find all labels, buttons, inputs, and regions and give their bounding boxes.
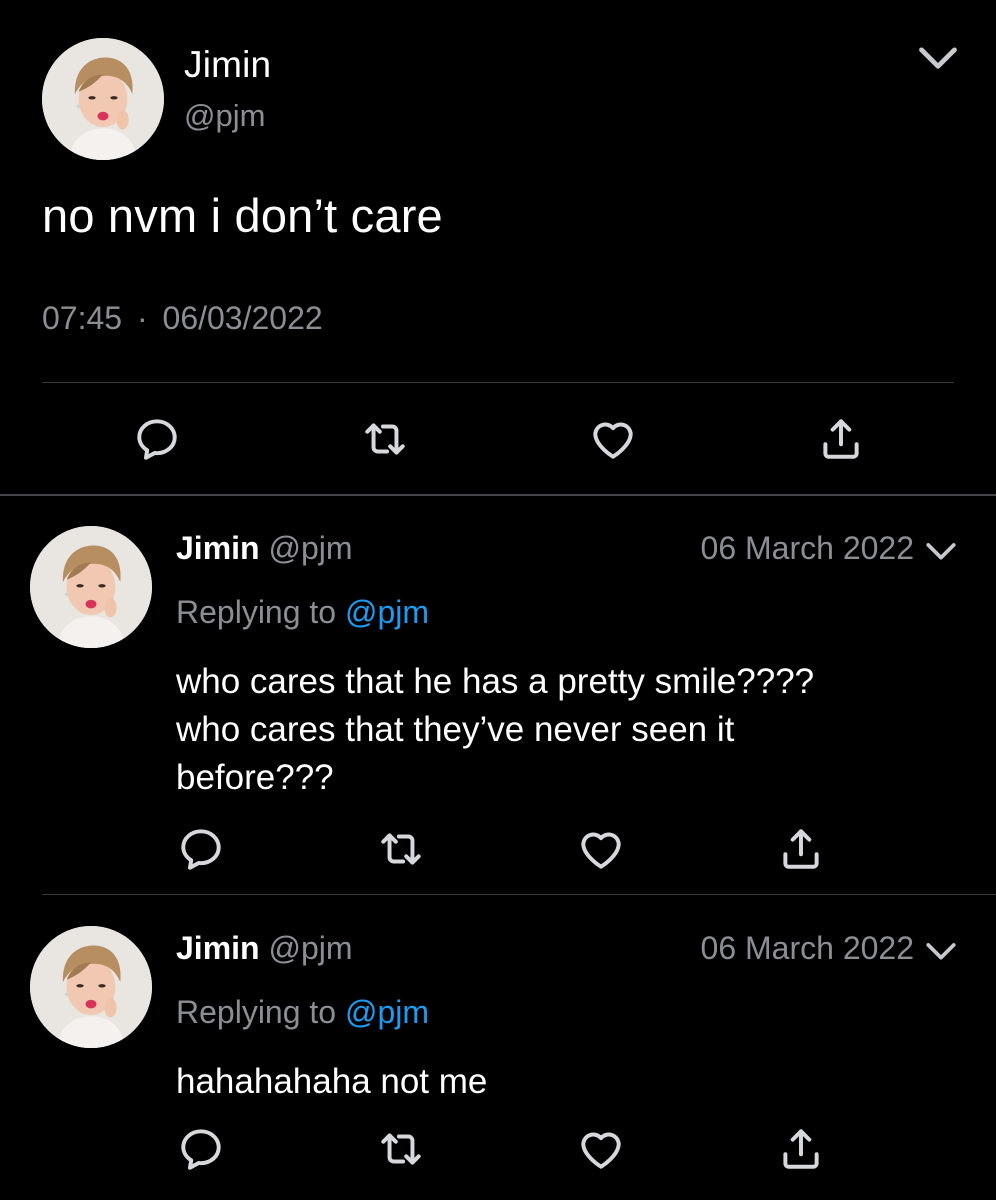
meta-separator: · — [136, 300, 148, 336]
reply-icon[interactable] — [176, 1124, 226, 1174]
tweet-text: no nvm i don’t care — [42, 189, 443, 242]
section-divider — [0, 494, 996, 496]
tweet-timestamp: 07:45 · 06/03/2022 — [42, 300, 323, 337]
author-name-text: Jimin — [176, 530, 260, 566]
replying-to: Replying to @pjm — [176, 594, 429, 631]
tweet-text-line: who cares that they’ve never seen it — [176, 710, 735, 749]
tweet-text-line: before??? — [176, 758, 334, 797]
reply-icon[interactable] — [132, 414, 182, 464]
tweet-text: who cares that he has a pretty smile????… — [176, 658, 956, 802]
author-handle: @pjm — [268, 930, 353, 966]
author-name[interactable]: Jimin — [184, 44, 271, 86]
reply-date: 06 March 2022 — [700, 530, 914, 566]
retweet-icon[interactable] — [360, 414, 410, 464]
divider — [42, 894, 996, 895]
like-icon[interactable] — [576, 1124, 626, 1174]
author-name[interactable]: Jimin @pjm — [176, 530, 353, 567]
share-icon[interactable] — [816, 414, 866, 464]
author-name[interactable]: Jimin @pjm — [176, 930, 353, 967]
chevron-down-icon[interactable] — [916, 44, 960, 74]
replying-prefix: Replying to — [176, 994, 337, 1030]
chevron-down-icon[interactable] — [924, 940, 958, 964]
like-icon[interactable] — [576, 824, 626, 874]
share-icon[interactable] — [776, 1124, 826, 1174]
share-icon[interactable] — [776, 824, 826, 874]
reply-date: 06 March 2022 — [700, 930, 914, 966]
avatar[interactable] — [42, 38, 164, 160]
tweet-text-line: hahahahaha not me — [176, 1062, 488, 1101]
replying-prefix: Replying to — [176, 594, 337, 630]
like-icon[interactable] — [588, 414, 638, 464]
mention-link[interactable]: @pjm — [345, 994, 429, 1030]
reply-icon[interactable] — [176, 824, 226, 874]
avatar[interactable] — [30, 526, 152, 648]
mention-link[interactable]: @pjm — [345, 594, 429, 630]
author-handle[interactable]: @pjm — [184, 98, 265, 134]
chevron-down-icon[interactable] — [924, 540, 958, 564]
author-name-text: Jimin — [176, 930, 260, 966]
tweet-text: hahahahaha not me — [176, 1058, 956, 1106]
tweet-time: 07:45 — [42, 300, 123, 336]
retweet-icon[interactable] — [376, 824, 426, 874]
author-handle: @pjm — [268, 530, 353, 566]
avatar[interactable] — [30, 926, 152, 1048]
retweet-icon[interactable] — [376, 1124, 426, 1174]
tweet-date: 06/03/2022 — [162, 300, 323, 336]
divider — [42, 382, 954, 383]
tweet-text-line: who cares that he has a pretty smile???? — [176, 662, 815, 701]
replying-to: Replying to @pjm — [176, 994, 429, 1031]
